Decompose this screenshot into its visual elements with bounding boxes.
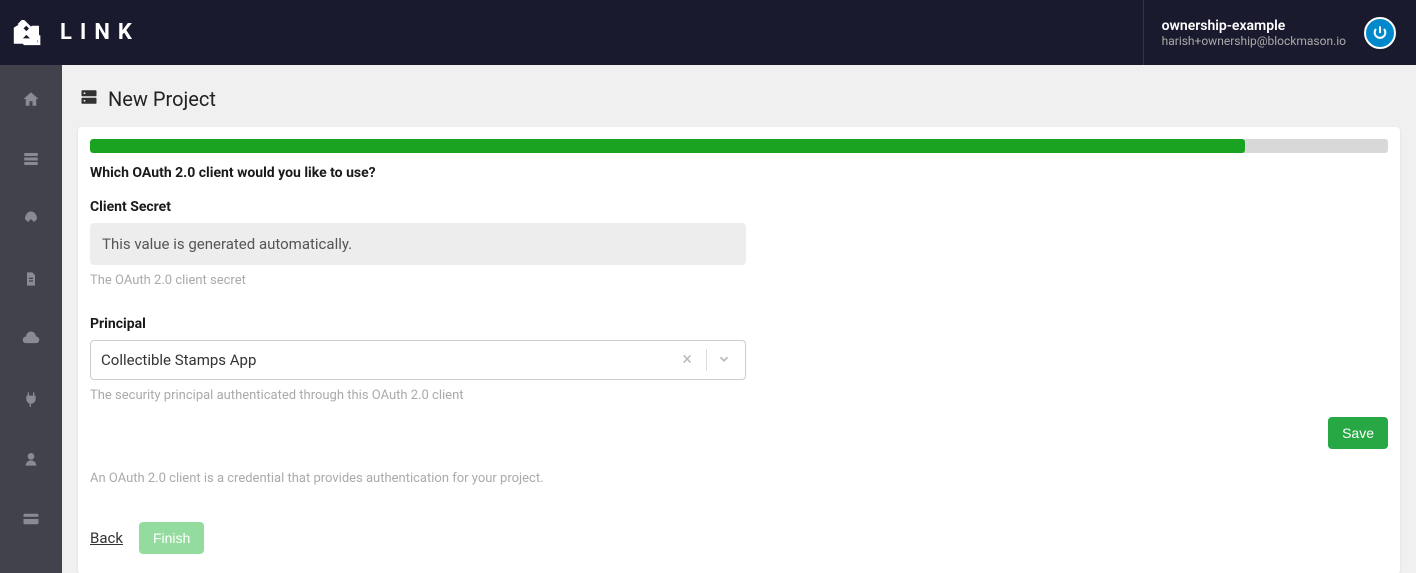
- save-button[interactable]: Save: [1328, 417, 1388, 449]
- form-card: Which OAuth 2.0 client would you like to…: [78, 127, 1400, 573]
- brand-name: LINK: [60, 20, 140, 45]
- sidebar: [0, 65, 62, 573]
- sidebar-item-layers[interactable]: [21, 149, 41, 169]
- logo-area: LINK: [12, 20, 140, 46]
- save-row: Save: [90, 417, 1388, 449]
- main-content: New Project Which OAuth 2.0 client would…: [62, 65, 1416, 573]
- power-icon[interactable]: [1364, 17, 1396, 49]
- header-user-area: ownership-example harish+ownership@block…: [1143, 0, 1396, 65]
- progress-bar-fill: [90, 139, 1245, 153]
- client-secret-field: Client Secret This value is generated au…: [90, 199, 1388, 288]
- principal-field: Principal Collectible Stamps App × The s…: [90, 316, 1388, 403]
- page-title: New Project: [108, 87, 216, 111]
- select-divider: [706, 349, 707, 371]
- sidebar-item-cloud[interactable]: [21, 329, 41, 349]
- principal-label: Principal: [90, 316, 1388, 332]
- principal-value: Collectible Stamps App: [101, 351, 674, 369]
- user-info: ownership-example harish+ownership@block…: [1162, 18, 1346, 48]
- app-header: LINK ownership-example harish+ownership@…: [0, 0, 1416, 65]
- client-secret-help: The OAuth 2.0 client secret: [90, 273, 1388, 288]
- user-email: harish+ownership@blockmason.io: [1162, 34, 1346, 48]
- principal-select[interactable]: Collectible Stamps App ×: [90, 340, 746, 380]
- form-question: Which OAuth 2.0 client would you like to…: [90, 165, 1388, 181]
- progress-bar-wrap: [78, 127, 1400, 153]
- client-secret-label: Client Secret: [90, 199, 1388, 215]
- user-name: ownership-example: [1162, 18, 1346, 34]
- brand-logo-icon: [12, 20, 48, 46]
- back-link[interactable]: Back: [90, 529, 123, 547]
- server-icon: [80, 88, 98, 110]
- sidebar-item-home[interactable]: [21, 89, 41, 109]
- sidebar-item-rocket[interactable]: [21, 209, 41, 229]
- page-header: New Project: [62, 65, 1416, 127]
- sidebar-item-user[interactable]: [21, 449, 41, 469]
- finish-button[interactable]: Finish: [139, 522, 204, 554]
- sidebar-item-plug[interactable]: [21, 389, 41, 409]
- chevron-down-icon[interactable]: [713, 351, 735, 370]
- principal-help: The security principal authenticated thr…: [90, 388, 1388, 403]
- clear-icon[interactable]: ×: [674, 351, 700, 369]
- progress-bar-track: [90, 139, 1388, 153]
- form-footer-help: An OAuth 2.0 client is a credential that…: [90, 471, 1388, 486]
- client-secret-input[interactable]: This value is generated automatically.: [90, 223, 746, 265]
- sidebar-item-card[interactable]: [21, 509, 41, 529]
- nav-row: Back Finish: [90, 522, 1388, 554]
- sidebar-item-document[interactable]: [21, 269, 41, 289]
